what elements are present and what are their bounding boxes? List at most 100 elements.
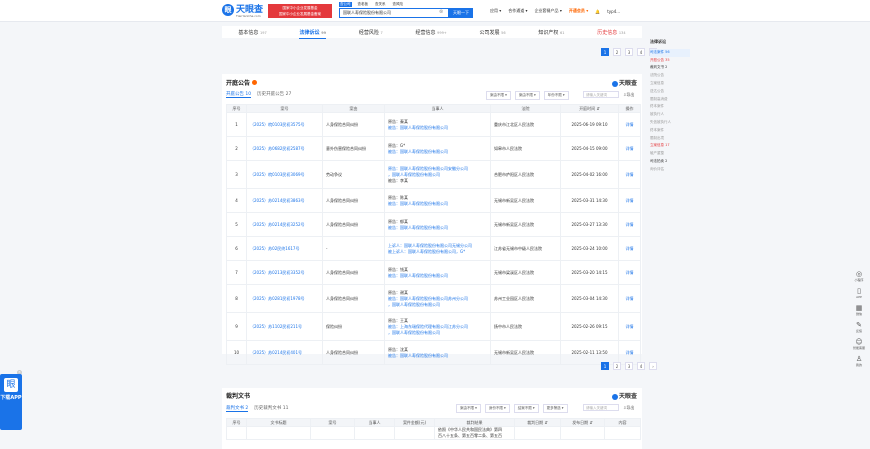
subtab-hearing[interactable]: 开庭公告 10 xyxy=(226,91,252,98)
subtab-history-hearing[interactable]: 历史开庭公告 27 xyxy=(257,91,291,98)
detail-link[interactable]: 详情 xyxy=(618,160,641,189)
sidebar-item[interactable]: 终本案件 xyxy=(650,127,690,135)
case-number-link[interactable]: （2025）苏0214民初3863号 xyxy=(246,188,323,213)
case-number-link[interactable]: （2025）苏0682民初2587号 xyxy=(246,136,323,161)
filter-reason[interactable]: 案由不限 ▾ xyxy=(486,91,511,100)
subtab-judgment[interactable]: 裁判文书 2 xyxy=(226,405,249,412)
nav-vip[interactable]: 开通会员 ▾ xyxy=(569,8,588,14)
filter-year[interactable]: 年份不限 ▾ xyxy=(543,91,569,100)
detail-link[interactable]: 详情 xyxy=(618,212,641,237)
case-number-link[interactable]: （2025）皖0103民初3069号 xyxy=(246,160,323,189)
tab-development[interactable]: 公司发展 56 xyxy=(480,29,506,36)
page-1[interactable]: 1 xyxy=(601,362,609,370)
sidebar-item[interactable]: 送达公告 xyxy=(650,88,690,96)
export-button-2[interactable]: ⇩导出 xyxy=(623,405,634,411)
case-number-link[interactable]: （2025）苏0281民初1978号 xyxy=(246,284,323,313)
search-tab-company[interactable]: 查公司 xyxy=(339,2,352,7)
sidebar-item[interactable]: 限制高消费 xyxy=(650,96,690,104)
party-line[interactable]: 被告：国联人寿保险股份有限公司 xyxy=(388,353,487,359)
tab-ip[interactable]: 知识产权 61 xyxy=(538,29,564,36)
page-4[interactable]: 4 xyxy=(637,362,645,370)
detail-link[interactable]: 详情 xyxy=(618,284,641,313)
page-4[interactable]: 4 xyxy=(637,48,645,56)
case-number-link[interactable]: （2025）苏1102民初211号 xyxy=(246,312,323,341)
filter-more-2[interactable]: 更多筛选 ▾ xyxy=(542,404,568,413)
sidebar-item[interactable]: 立案信息 xyxy=(650,80,690,88)
nav-products[interactable]: 企业套餐产品 ▾ xyxy=(535,8,562,14)
detail-link[interactable]: 详情 xyxy=(618,188,641,213)
page-3[interactable]: 3 xyxy=(625,362,633,370)
detail-link[interactable]: 详情 xyxy=(618,136,641,161)
subtab-history-judgment[interactable]: 历史裁判文书 11 xyxy=(254,405,288,412)
party-line[interactable]: 被告：国联人寿保险股份有限公司 xyxy=(388,201,487,207)
search-button[interactable]: 天眼一下 xyxy=(449,8,473,18)
page-next[interactable]: › xyxy=(649,362,657,370)
clear-icon[interactable]: ⊗ xyxy=(439,9,443,15)
toolbar-item[interactable]: ☺ 智能客服 xyxy=(852,338,866,350)
party-line[interactable]: 被告：国联人寿保险股份有限公司 xyxy=(388,149,487,155)
col-judge-date[interactable]: 裁判日期 ⇵ xyxy=(514,418,561,427)
col-time[interactable]: 开庭时间 ⇵ xyxy=(560,104,619,113)
sidebar-item[interactable]: 失信被执行人 xyxy=(650,119,690,127)
case-number-link[interactable]: （2025）苏0214民初401号 xyxy=(246,340,323,365)
judgment-search-input[interactable]: 请输入关键词 xyxy=(583,404,619,411)
sidebar-item[interactable]: 司法拍卖 2 xyxy=(650,158,690,166)
page-2[interactable]: 2 xyxy=(613,362,621,370)
filter-identity-2[interactable]: 身份不限 ▾ xyxy=(484,404,510,413)
search-tab-risk[interactable]: 查风险 xyxy=(392,2,405,7)
nav-user[interactable]: typ4... xyxy=(607,9,620,14)
party-line[interactable]: 被上诉人：国联人寿保险股份有限公司，G* xyxy=(388,249,487,255)
tab-basic-info[interactable]: 基本信息 197 xyxy=(238,29,266,36)
party-line[interactable]: 被告：国联人寿保险股份有限公司 xyxy=(388,125,487,131)
toolbar-item[interactable]: ▦ 微信 xyxy=(852,304,866,316)
tab-history[interactable]: 历史信息 134 xyxy=(597,29,625,36)
search-tab-relation[interactable]: 查关系 xyxy=(374,2,387,7)
detail-link[interactable]: 详情 xyxy=(618,112,641,137)
party-line[interactable]: ，国联人寿保险股份有限公司 xyxy=(388,330,487,336)
detail-link[interactable]: 详情 xyxy=(618,260,641,285)
page-3[interactable]: 3 xyxy=(625,48,633,56)
page-1[interactable]: 1 xyxy=(601,48,609,56)
tab-operation-info[interactable]: 经营信息 999+ xyxy=(416,29,447,36)
search-tab-boss[interactable]: 查老板 xyxy=(357,2,370,7)
sidebar-item[interactable]: 终本案件 xyxy=(650,103,690,111)
nav-apps[interactable]: 应用 ▾ xyxy=(490,8,501,14)
bell-icon[interactable]: 🔔 xyxy=(595,9,600,14)
toolbar-item[interactable]: ▯ APP xyxy=(852,287,866,299)
col-publish-date[interactable]: 发布日期 ⇵ xyxy=(560,418,605,427)
party-line[interactable]: 被告：国联人寿保险股份有限公司 xyxy=(388,225,487,231)
toolbar-item[interactable]: ✎ 反馈 xyxy=(852,321,866,333)
detail-link[interactable]: 详情 xyxy=(618,312,641,341)
download-app-float[interactable]: 眼 下载APP xyxy=(0,374,22,430)
logo[interactable]: 眼 天眼查 TianYanCha.com xyxy=(222,4,263,18)
detail-link[interactable]: 详情 xyxy=(618,236,641,261)
case-number-link[interactable]: （2025）苏02民终1617号 xyxy=(246,236,323,261)
case-number-link[interactable]: （2025）苏0214民初3252号 xyxy=(246,212,323,237)
filter-identity[interactable]: 案由不限 ▾ xyxy=(514,91,540,100)
toolbar-item[interactable]: ♙ 我的 xyxy=(852,355,866,367)
sidebar-item[interactable]: 询价评估 xyxy=(650,166,690,174)
filter-reason-2[interactable]: 案由不限 ▾ xyxy=(456,404,481,413)
case-number-link[interactable]: （2025）苏0213民初3352号 xyxy=(246,260,323,285)
sidebar-item[interactable]: 限制出境 xyxy=(650,135,690,143)
sidebar-item[interactable]: 司法案件 56 xyxy=(650,48,690,57)
sidebar-item[interactable]: 开庭公告 35 xyxy=(650,57,690,65)
sidebar-item[interactable]: 裁判文书 2 xyxy=(650,64,690,72)
sidebar-item[interactable]: 立案信息 17 xyxy=(650,142,690,150)
toolbar-item[interactable]: ◎ 小程序 xyxy=(852,270,866,282)
hearing-search-input[interactable]: 请输入关键词 xyxy=(583,91,619,98)
sidebar-item[interactable]: 破产重整 xyxy=(650,150,690,158)
party-line[interactable]: ，国联人寿保险股份有限公司 xyxy=(388,302,487,308)
promo-banner[interactable]: 国家中小企业发展基金 国家中小企业发展基金备案 xyxy=(268,4,332,18)
nav-cooperation[interactable]: 合作通道 ▾ xyxy=(508,8,527,14)
sidebar-item[interactable]: 法院公告 xyxy=(650,72,690,80)
page-2[interactable]: 2 xyxy=(613,48,621,56)
party-line[interactable]: 被告：国联人寿保险股份有限公司 xyxy=(388,273,487,279)
tab-operation-risk[interactable]: 经营风险 7 xyxy=(359,29,383,36)
export-button[interactable]: ⇩导出 xyxy=(623,92,634,98)
detail-link[interactable]: 详情 xyxy=(618,340,641,365)
case-number-link[interactable]: （2025）皖0103民初3575号 xyxy=(246,112,323,137)
filter-result-2[interactable]: 结案不限 ▾ xyxy=(513,404,539,413)
sidebar-item[interactable]: 被执行人 xyxy=(650,111,690,119)
tab-legal[interactable]: 法律诉讼 99 xyxy=(299,29,326,39)
